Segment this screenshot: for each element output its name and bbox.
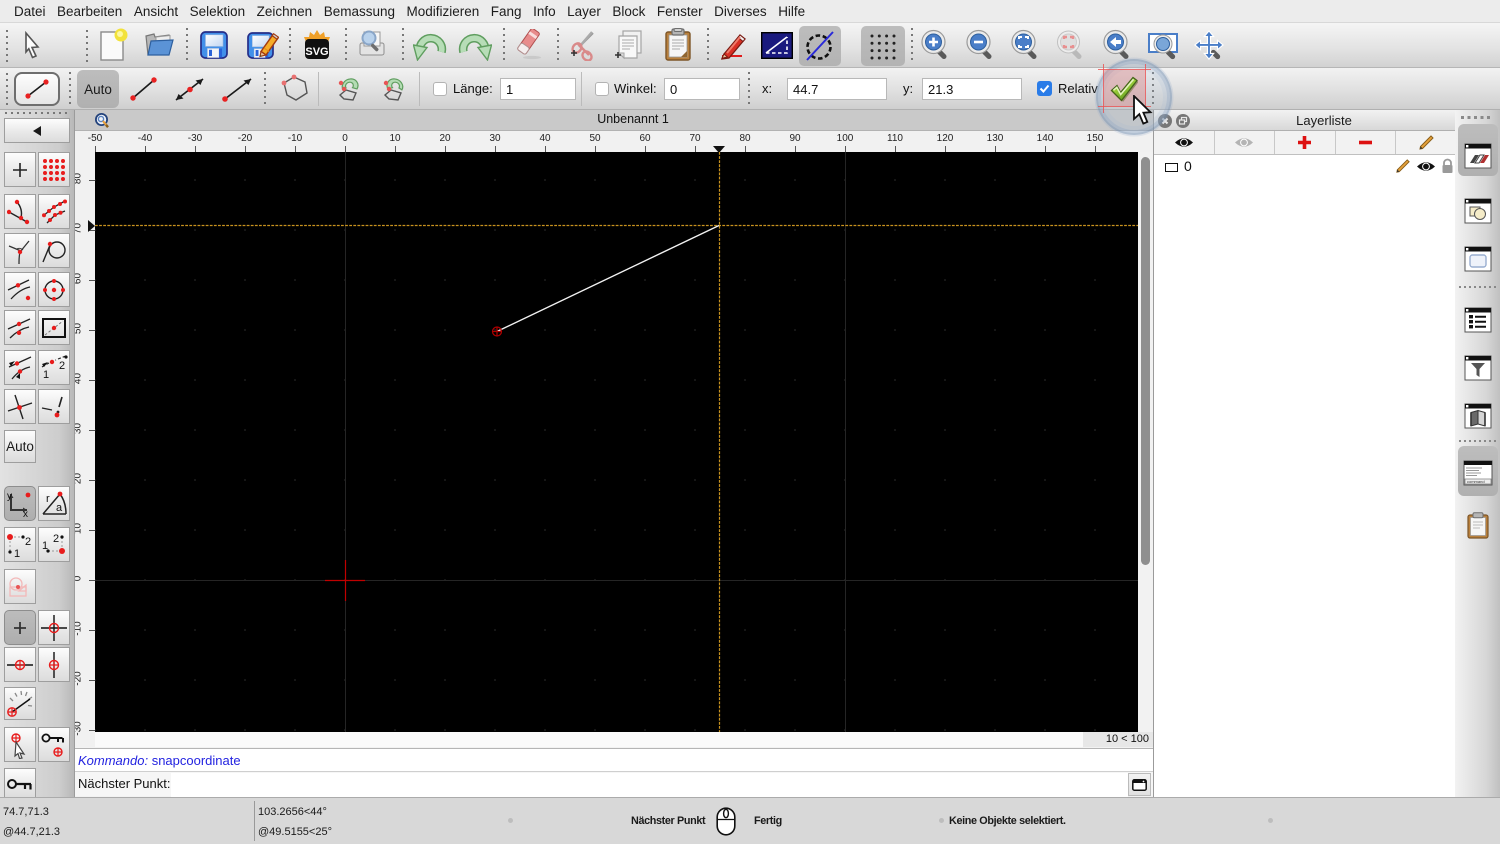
- svg-text:SVG: SVG: [305, 46, 328, 58]
- svg-text:2: 2: [25, 536, 31, 548]
- svg-text:a: a: [56, 502, 63, 514]
- svg-text:2: 2: [59, 360, 65, 372]
- svg-text:y: y: [7, 491, 12, 502]
- svg-text:x: x: [23, 509, 28, 518]
- svg-text:1: 1: [42, 540, 48, 552]
- svg-text:1: 1: [43, 369, 49, 381]
- svg-text:command: command: [1467, 479, 1485, 484]
- svg-text:1: 1: [14, 548, 20, 559]
- svg-text:2: 2: [53, 533, 59, 545]
- svg-text:r: r: [46, 493, 50, 505]
